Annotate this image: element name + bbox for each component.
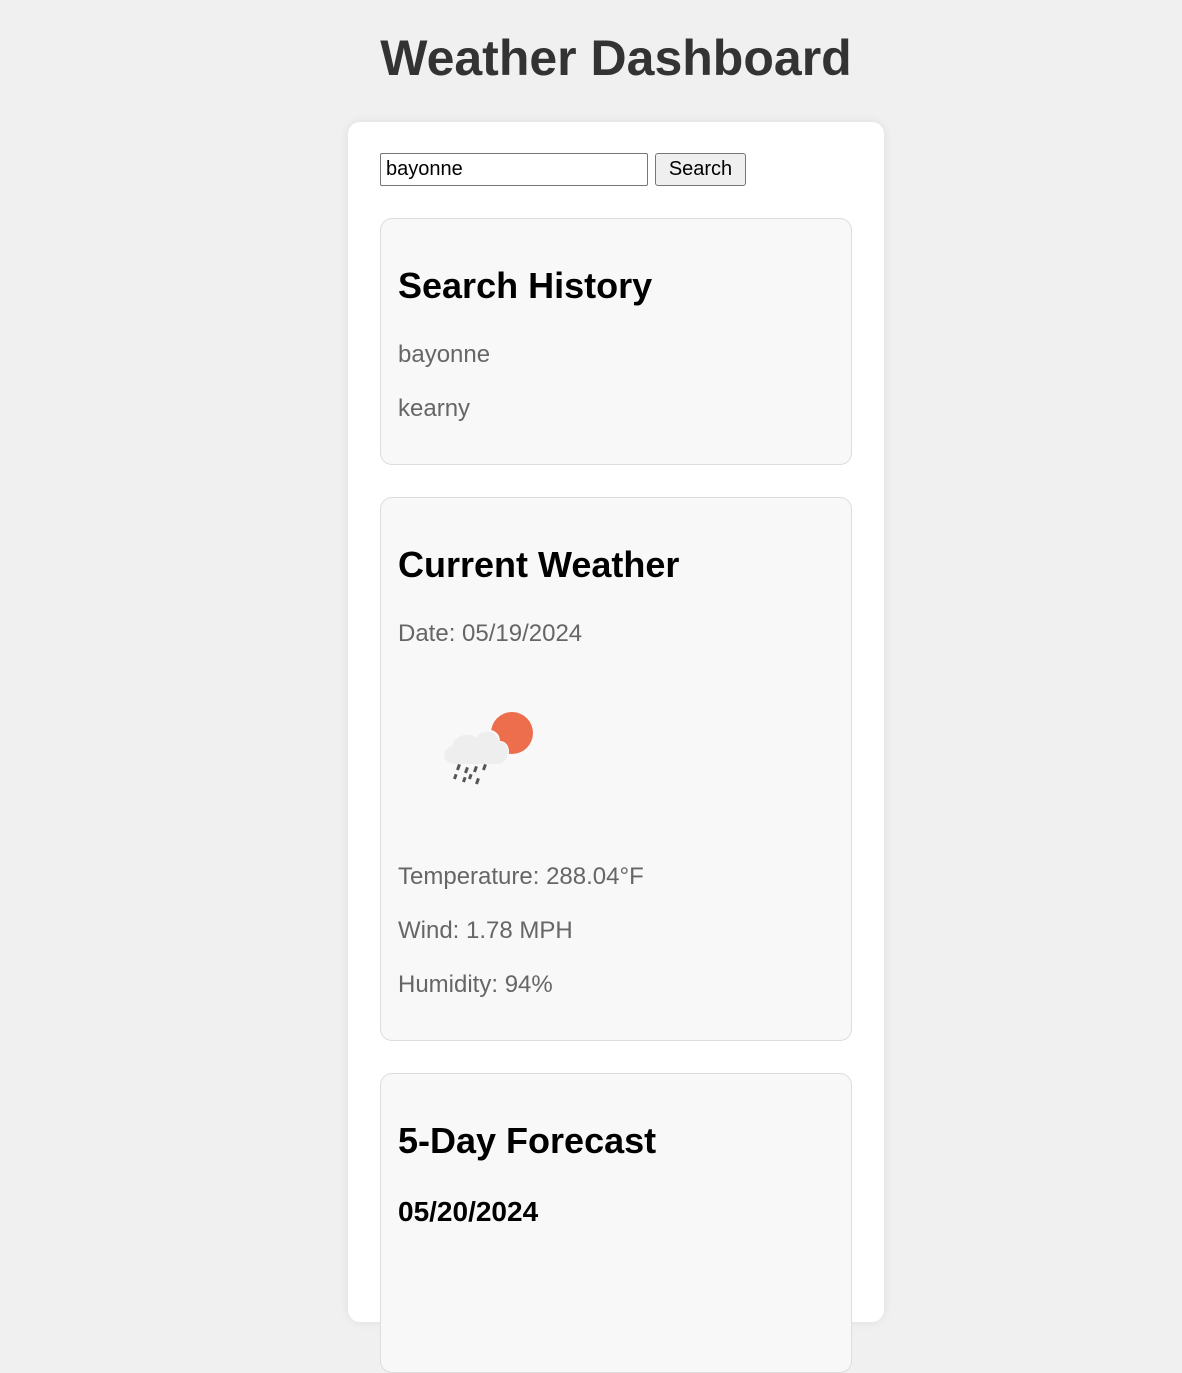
current-weather-card: Current Weather Date: 05/19/2024 Tempera… xyxy=(380,497,852,1041)
page-title: Weather Dashboard xyxy=(380,30,852,86)
current-humidity: Humidity: 94% xyxy=(398,971,553,998)
history-item-kearny[interactable]: kearny xyxy=(398,395,470,423)
current-wind: Wind: 1.78 MPH xyxy=(398,917,573,944)
partly-cloudy-rain-icon xyxy=(444,712,533,785)
search-history-card: Search History bayonne kearny xyxy=(380,218,852,465)
forecast-title: 5-Day Forecast xyxy=(398,1120,657,1161)
current-weather-title: Current Weather xyxy=(398,544,680,585)
dashboard-container: Search Search History bayonne kearny Cur… xyxy=(348,122,884,1373)
search-input[interactable] xyxy=(380,153,648,186)
forecast-card: 5-Day Forecast 05/20/2024 xyxy=(380,1073,852,1373)
history-item-bayonne[interactable]: bayonne xyxy=(398,341,490,369)
current-date: Date: 05/19/2024 xyxy=(398,620,583,647)
search-button[interactable]: Search xyxy=(655,153,746,186)
search-history-title: Search History xyxy=(398,265,653,306)
current-temperature: Temperature: 288.04°F xyxy=(398,863,644,890)
forecast-day-date: 05/20/2024 xyxy=(398,1196,539,1227)
